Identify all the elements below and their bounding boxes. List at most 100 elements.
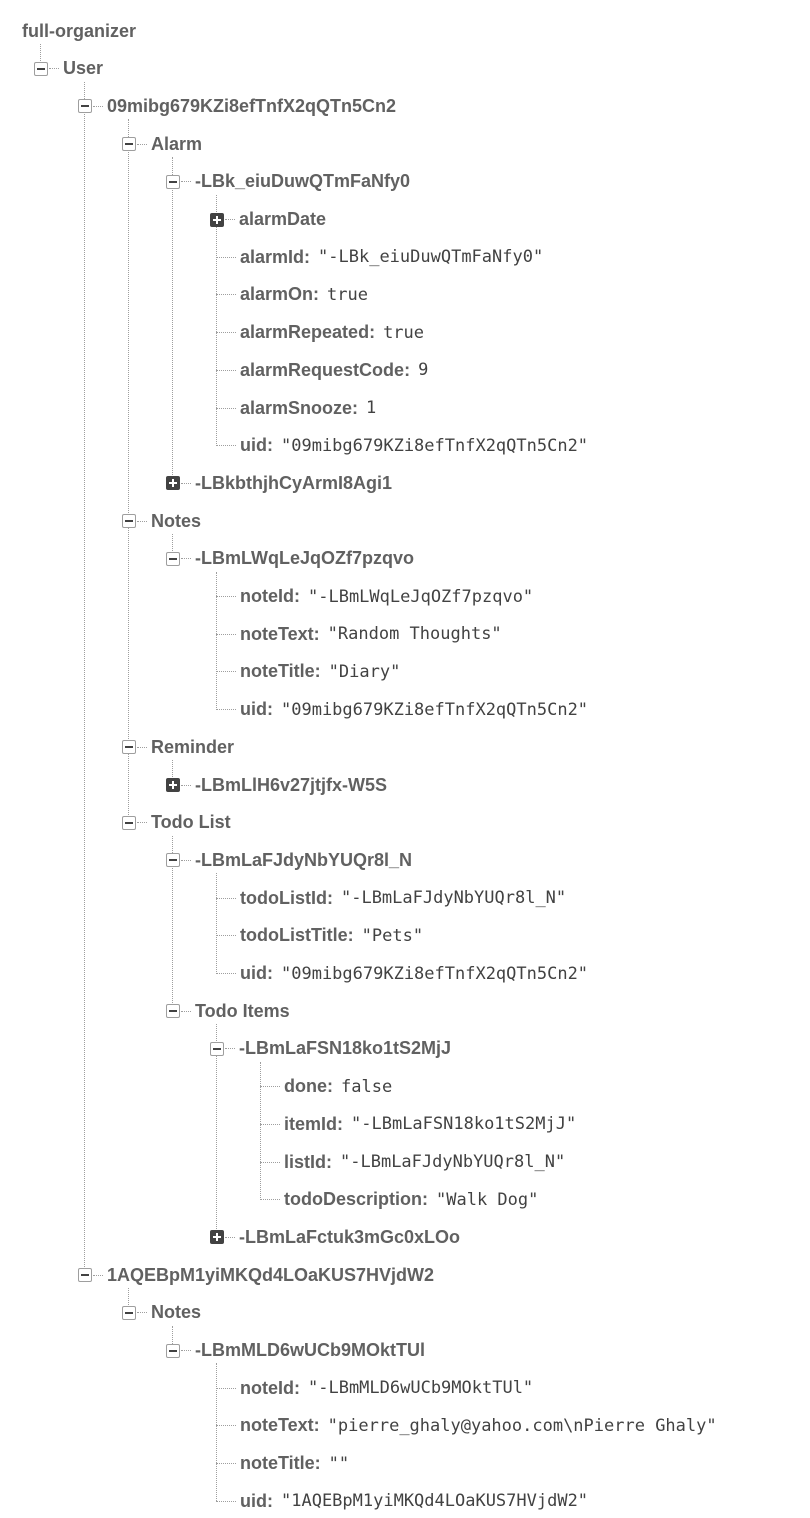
tree-connector: [216, 633, 236, 635]
node-key: 09mibg679KZi8efTnfX2qQTn5Cn2: [107, 95, 397, 116]
node-todo-list[interactable]: Todo List: [122, 808, 231, 838]
node-value[interactable]: true: [327, 285, 368, 305]
field-alarmon[interactable]: alarmOn: true: [210, 280, 368, 310]
node-value[interactable]: "Diary": [329, 662, 401, 682]
node-value[interactable]: "pierre_ghaly@yahoo.com\nPierre Ghaly": [328, 1416, 717, 1436]
key-value-separator: :: [326, 1151, 333, 1172]
node-key: Todo List: [151, 812, 231, 833]
field-uid[interactable]: uid: "09mibg679KZi8efTnfX2qQTn5Cn2": [210, 959, 588, 989]
tree-connector: [260, 1161, 280, 1163]
node-notes[interactable]: Notes: [122, 1298, 201, 1328]
expand-icon[interactable]: [210, 1230, 224, 1245]
field-noteid[interactable]: noteId: "-LBmLWqLeJqOZf7pzqvo": [210, 582, 533, 612]
tree-connector: [181, 784, 191, 786]
node-value[interactable]: "-LBk_eiuDuwQTmFaNfy0": [318, 247, 543, 267]
expand-icon[interactable]: [166, 778, 180, 792]
node-value[interactable]: 9: [418, 360, 428, 380]
node-value[interactable]: "Random Thoughts": [328, 624, 502, 644]
node-lbmlwqlejqozf7pzqvo[interactable]: -LBmLWqLeJqOZf7pzqvo: [166, 544, 414, 574]
tree-connector: [137, 822, 147, 824]
tree-connector: [137, 746, 147, 748]
node-notes[interactable]: Notes: [122, 506, 201, 536]
node-value[interactable]: "-LBmLaFJdyNbYUQr8l_N": [341, 888, 566, 908]
collapse-icon[interactable]: [122, 815, 136, 830]
node-1aqebpm1yimkqd4loakus7hvjdw2[interactable]: 1AQEBpM1yiMKQd4LOaKUS7HVjdW2: [78, 1260, 434, 1290]
field-listid[interactable]: listId: "-LBmLaFJdyNbYUQr8l_N": [254, 1147, 565, 1177]
field-notetext[interactable]: noteText: "Random Thoughts": [210, 619, 502, 649]
field-uid[interactable]: uid: "1AQEBpM1yiMKQd4LOaKUS7HVjdW2": [210, 1486, 588, 1516]
node-value[interactable]: "1AQEBpM1yiMKQd4LOaKUS7HVjdW2": [281, 1491, 588, 1511]
key-value-separator: :: [294, 586, 300, 606]
field-tododescription[interactable]: todoDescription: "Walk Dog": [254, 1185, 538, 1215]
field-uid[interactable]: uid: "09mibg679KZi8efTnfX2qQTn5Cn2": [210, 431, 588, 461]
node-key: alarmSnooze: [240, 397, 353, 418]
node-value[interactable]: true: [383, 323, 424, 343]
collapse-icon[interactable]: [166, 1343, 180, 1358]
field-notetext[interactable]: noteText: "pierre_ghaly@yahoo.com\nPierre…: [210, 1411, 717, 1441]
node-alarmdate[interactable]: alarmDate: [210, 205, 326, 235]
node-value[interactable]: "09mibg679KZi8efTnfX2qQTn5Cn2": [281, 700, 588, 720]
node-value[interactable]: false: [341, 1077, 392, 1097]
field-alarmrequestcode[interactable]: alarmRequestCode:9: [210, 355, 428, 385]
collapse-icon[interactable]: [122, 740, 136, 755]
field-uid[interactable]: uid: "09mibg679KZi8efTnfX2qQTn5Cn2": [210, 695, 588, 725]
collapse-icon[interactable]: [78, 99, 92, 114]
field-todolisttitle[interactable]: todoListTitle: "Pets": [210, 921, 423, 951]
root-node-label[interactable]: full-organizer: [22, 16, 136, 46]
node-key: alarmId: [240, 246, 305, 267]
tree-connector: [93, 105, 103, 107]
node-value[interactable]: "-LBmLaFSN18ko1tS2MjJ": [351, 1114, 576, 1134]
field-noteid[interactable]: noteId: "-LBmMLD6wUCb9MOktTUl": [210, 1373, 533, 1403]
field-itemid[interactable]: itemId: "-LBmLaFSN18ko1tS2MjJ": [254, 1109, 576, 1139]
expand-icon[interactable]: [210, 212, 224, 227]
collapse-icon[interactable]: [166, 551, 180, 566]
node-value[interactable]: 1: [366, 398, 376, 418]
node-lbmlafsn18ko1ts2mjj[interactable]: -LBmLaFSN18ko1tS2MjJ: [210, 1034, 451, 1064]
key-value-separator: :: [267, 1490, 273, 1511]
node-user[interactable]: User: [34, 54, 103, 84]
node-09mibg679kzi8eftnfx2qqtn5cn2[interactable]: 09mibg679KZi8efTnfX2qQTn5Cn2: [78, 91, 396, 121]
node-value[interactable]: "-LBmLaFJdyNbYUQr8l_N": [340, 1152, 565, 1172]
node-lbkbthjhcyarmi8agi1[interactable]: -LBkbthjhCyArmI8Agi1: [166, 468, 392, 498]
node-reminder[interactable]: Reminder: [122, 732, 234, 762]
collapse-icon[interactable]: [166, 853, 180, 868]
tree-connector: [216, 445, 236, 447]
field-alarmsnooze[interactable]: alarmSnooze:1: [210, 393, 376, 423]
field-alarmrepeated[interactable]: alarmRepeated: true: [210, 318, 424, 348]
collapse-icon[interactable]: [166, 174, 180, 189]
node-lbmlafjdynbyuqr8l-n[interactable]: -LBmLaFJdyNbYUQr8l_N: [166, 845, 412, 875]
field-notetitle[interactable]: noteTitle: "": [210, 1449, 349, 1479]
node-value[interactable]: "": [329, 1454, 349, 1474]
node-value[interactable]: "09mibg679KZi8efTnfX2qQTn5Cn2": [281, 964, 588, 984]
collapse-icon[interactable]: [122, 1305, 136, 1320]
node-key: -LBmLaFJdyNbYUQr8l_N: [195, 849, 413, 870]
node-lbmlafctuk3mgc0xloo[interactable]: -LBmLaFctuk3mGc0xLOo: [210, 1222, 460, 1252]
tree-connector: [137, 143, 147, 145]
field-todolistid[interactable]: todoListId: "-LBmLaFJdyNbYUQr8l_N": [210, 883, 566, 913]
collapse-icon[interactable]: [78, 1268, 92, 1283]
collapse-icon[interactable]: [34, 61, 48, 76]
node-value[interactable]: "-LBmLWqLeJqOZf7pzqvo": [308, 587, 533, 607]
node-lbk-eiuduwqtmfanfy0[interactable]: -LBk_eiuDuwQTmFaNfy0: [166, 167, 410, 197]
node-lbmmld6wucb9mokttul[interactable]: -LBmMLD6wUCb9MOktTUl: [166, 1336, 425, 1366]
node-todo-items[interactable]: Todo Items: [166, 996, 290, 1026]
field-done[interactable]: done: false: [254, 1072, 392, 1102]
tree-connector: [216, 671, 236, 673]
collapse-icon[interactable]: [122, 137, 136, 152]
node-value[interactable]: "Pets": [362, 926, 423, 946]
collapse-icon[interactable]: [210, 1041, 224, 1056]
node-value[interactable]: "Walk Dog": [436, 1190, 538, 1210]
node-lbmllh6v27jtjfx-w5s[interactable]: -LBmLlH6v27jtjfx-W5S: [166, 770, 387, 800]
tree-connector: [216, 294, 236, 296]
key-value-separator: :: [326, 887, 333, 908]
collapse-icon[interactable]: [166, 1004, 180, 1019]
node-value[interactable]: "09mibg679KZi8efTnfX2qQTn5Cn2": [281, 436, 588, 456]
expand-icon[interactable]: [166, 476, 180, 491]
node-key: todoListId: [240, 887, 327, 908]
collapse-icon[interactable]: [122, 514, 136, 529]
field-notetitle[interactable]: noteTitle: "Diary": [210, 657, 400, 687]
field-alarmid[interactable]: alarmId: "-LBk_eiuDuwQTmFaNfy0": [210, 242, 543, 272]
node-key: noteTitle: [240, 661, 315, 682]
node-alarm[interactable]: Alarm: [122, 129, 202, 159]
node-value[interactable]: "-LBmMLD6wUCb9MOktTUl": [308, 1378, 533, 1398]
